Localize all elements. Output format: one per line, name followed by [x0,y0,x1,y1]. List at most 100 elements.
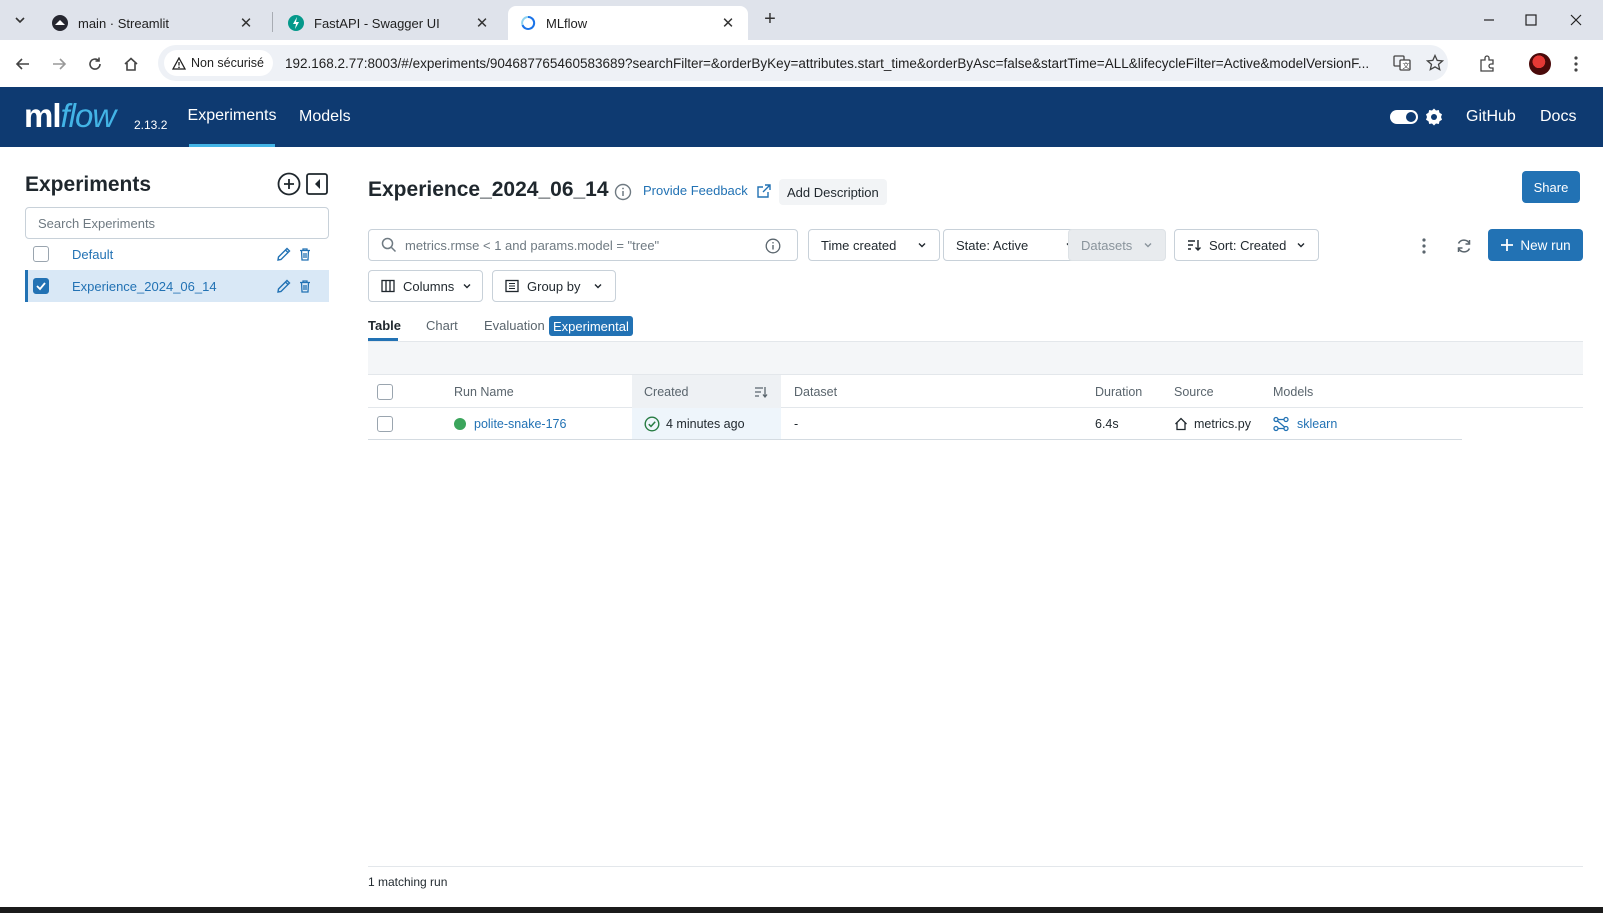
forward-arrow-icon[interactable] [45,50,73,78]
new-tab-plus-icon[interactable]: + [760,9,780,30]
experiment-item-default[interactable]: Default [25,238,329,270]
url-text[interactable]: 192.168.2.77:8003/#/experiments/90468776… [285,56,1395,71]
provide-feedback-link[interactable]: Provide Feedback [643,183,771,198]
datasets-label: Datasets [1081,237,1133,253]
experiment-item-selected[interactable]: Experience_2024_06_14 [25,270,329,302]
browser-tab-mlflow[interactable]: MLflow ✕ [508,6,748,40]
tab-chart[interactable]: Chart [426,318,458,333]
extensions-puzzle-icon[interactable] [1473,50,1501,78]
sort-dropdown[interactable]: Sort: Created [1174,229,1319,261]
created-time: 4 minutes ago [666,416,745,431]
tab-title: MLflow [546,15,588,31]
select-all-checkbox-cell[interactable] [377,375,393,408]
model-link[interactable]: sklearn [1297,417,1337,431]
matching-runs-count: 1 matching run [368,875,448,889]
experiment-name[interactable]: Default [72,247,113,262]
gear-icon[interactable] [1424,107,1444,127]
created-cell: 4 minutes ago [644,408,745,439]
fastapi-icon [288,15,304,31]
columns-dropdown[interactable]: Columns [368,270,483,302]
edit-pencil-icon[interactable] [276,278,292,294]
plus-icon [1500,238,1514,252]
reload-icon[interactable] [81,50,109,78]
experiment-checkbox[interactable] [33,246,49,262]
info-icon[interactable] [614,183,632,201]
close-icon[interactable]: ✕ [238,15,254,32]
group-by-dropdown[interactable]: Group by [492,270,616,302]
dark-mode-toggle[interactable] [1390,110,1418,124]
experiment-name[interactable]: Experience_2024_06_14 [72,279,217,294]
security-label: Non sécurisé [191,56,264,70]
chevron-down-icon [1296,240,1306,250]
source-file[interactable]: metrics.py [1194,417,1251,431]
new-run-button[interactable]: New run [1488,229,1583,261]
home-icon[interactable] [117,50,145,78]
add-experiment-plus-icon[interactable] [277,172,301,196]
window-close-icon[interactable] [1553,0,1599,40]
column-header-duration[interactable]: Duration [1095,375,1142,408]
security-chip[interactable]: Non sécurisé [164,50,273,76]
browser-tab-bar: main · Streamlit ✕ FastAPI - Swagger UI … [0,0,1603,40]
nav-experiments[interactable]: Experiments [188,87,276,147]
mlflow-logo[interactable]: ml flow [24,97,116,135]
taskbar-edge [0,907,1603,913]
models-cell: sklearn [1273,408,1337,439]
search-experiments-input[interactable] [25,207,329,239]
column-header-dataset[interactable]: Dataset [794,375,837,408]
browser-menu-icon[interactable] [1562,50,1590,78]
star-bookmark-icon[interactable] [1425,53,1445,73]
tab-search-chevron-icon[interactable] [8,8,32,32]
share-button[interactable]: Share [1522,171,1580,203]
browser-tab-fastapi[interactable]: FastAPI - Swagger UI ✕ [276,6,502,40]
check-icon [36,282,46,291]
table-row[interactable]: polite-snake-176 4 minutes ago - 6.4s me… [368,408,1462,440]
run-status-dot [454,417,466,430]
close-icon[interactable]: ✕ [720,15,736,32]
minimize-icon[interactable] [1466,0,1512,40]
address-bar[interactable]: Non sécurisé 192.168.2.77:8003/#/experim… [158,45,1448,81]
maximize-icon[interactable] [1508,0,1554,40]
svg-text:文: 文 [1403,61,1410,70]
select-all-checkbox[interactable] [377,383,393,400]
state-label: State: Active [956,237,1029,253]
sort-desc-icon[interactable] [754,375,768,408]
time-created-dropdown[interactable]: Time created [808,229,940,261]
mlflow-header: ml flow 2.13.2 Experiments Models GitHub … [0,87,1603,147]
run-filter-search[interactable] [368,229,798,261]
tab-evaluation[interactable]: Evaluation [484,318,545,333]
sort-icon [1187,238,1201,252]
refresh-icon[interactable] [1455,237,1473,255]
row-checkbox[interactable] [377,415,393,432]
tab-table[interactable]: Table [368,318,401,333]
row-checkbox-cell[interactable] [377,408,393,439]
collapse-sidebar-icon[interactable] [305,172,329,196]
docs-link[interactable]: Docs [1540,108,1576,126]
experiment-checkbox[interactable] [33,278,49,294]
table-toolbar-band [368,342,1583,375]
warning-triangle-icon [172,56,186,70]
model-graph-icon [1273,416,1289,432]
column-header-run-name[interactable]: Run Name [454,375,514,408]
back-arrow-icon[interactable] [9,50,37,78]
column-header-models[interactable]: Models [1273,375,1313,408]
close-icon[interactable]: ✕ [474,15,490,32]
info-icon[interactable] [765,238,781,254]
browser-tab-streamlit[interactable]: main · Streamlit ✕ [40,6,266,40]
edit-pencil-icon[interactable] [276,246,292,262]
add-description-button[interactable]: Add Description [779,179,887,205]
github-link[interactable]: GitHub [1466,108,1516,126]
time-created-label: Time created [821,237,897,253]
new-run-label: New run [1520,237,1571,253]
state-dropdown[interactable]: State: Active [943,229,1088,261]
column-header-source[interactable]: Source [1174,375,1214,408]
delete-trash-icon[interactable] [297,246,313,262]
delete-trash-icon[interactable] [297,278,313,294]
translate-icon[interactable]: 文 [1392,53,1412,73]
nav-models[interactable]: Models [299,87,351,147]
run-name-link[interactable]: polite-snake-176 [474,417,566,431]
footer-divider [368,866,1583,867]
run-filter-input[interactable] [405,237,755,253]
more-options-icon[interactable] [1415,237,1433,255]
profile-avatar[interactable] [1526,50,1554,78]
column-header-created[interactable]: Created [644,375,688,408]
